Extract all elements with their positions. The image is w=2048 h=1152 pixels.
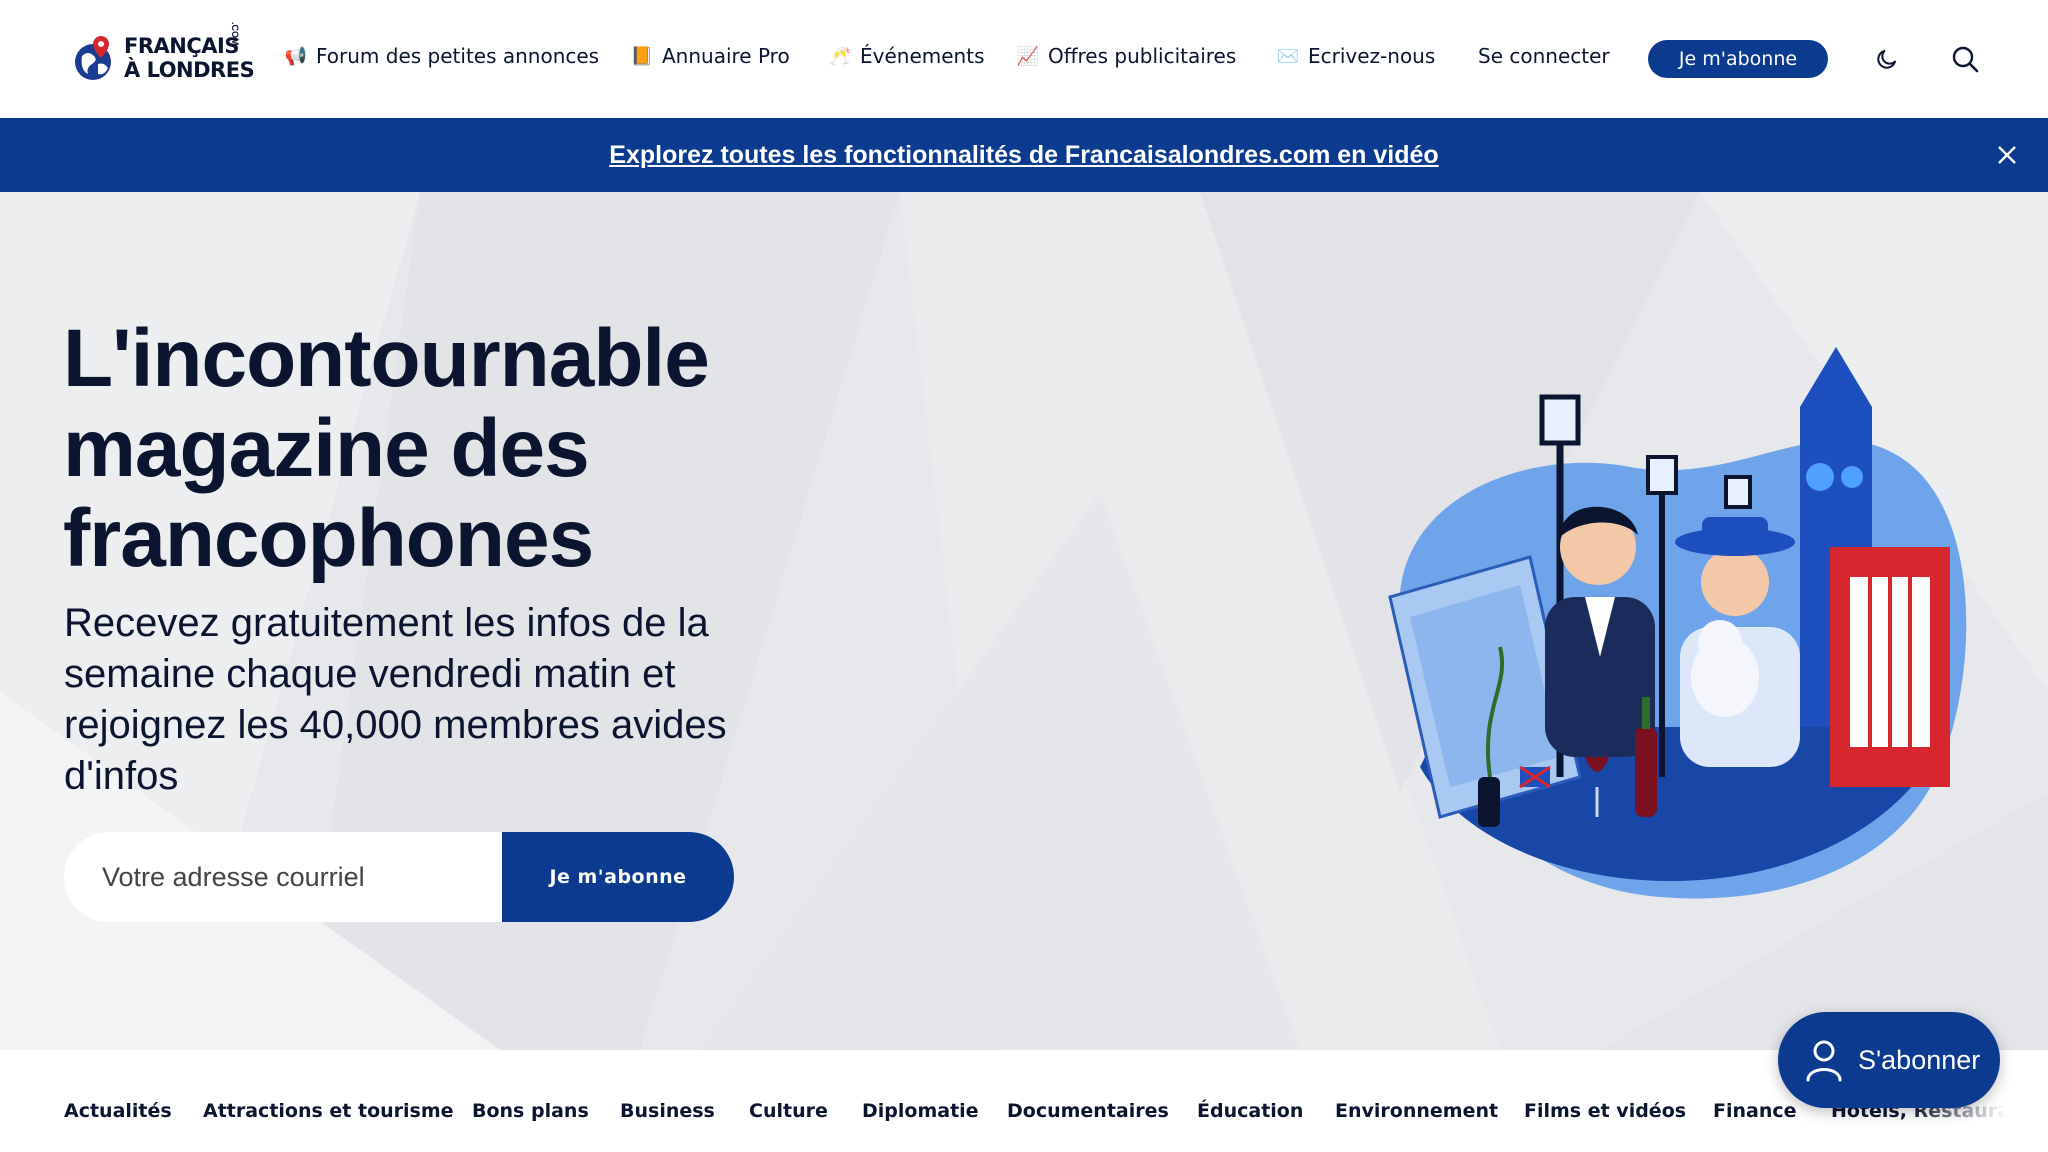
subscribe-button-hero[interactable]: Je m'abonne	[502, 832, 734, 922]
category-item[interactable]: Actualités	[64, 1100, 172, 1122]
category-item[interactable]: Films et vidéos	[1524, 1100, 1686, 1122]
category-item[interactable]: Environnement	[1335, 1100, 1498, 1122]
login-link[interactable]: Se connecter	[1478, 44, 1610, 68]
nav-forum[interactable]: 📢 Forum des petites annonces	[284, 44, 599, 68]
moon-icon[interactable]	[1872, 44, 1902, 74]
book-icon: 📙	[630, 45, 654, 67]
logo-com: .COM	[230, 22, 240, 46]
nav-ecrivez-label: Ecrivez-nous	[1308, 44, 1436, 68]
subscribe-button-header[interactable]: Je m'abonne	[1648, 40, 1828, 78]
category-item[interactable]: Éducation	[1197, 1100, 1303, 1122]
category-item[interactable]: Documentaires	[1007, 1100, 1169, 1122]
nav-evenements[interactable]: 🥂 Événements	[828, 44, 985, 68]
megaphone-icon: 📢	[284, 45, 308, 67]
london-couple-illustration	[1388, 347, 1967, 899]
site-logo[interactable]: FRANÇAIS À LONDRES	[74, 28, 255, 88]
nav-annuaire[interactable]: 📙 Annuaire Pro	[630, 44, 790, 68]
champagne-icon: 🥂	[828, 45, 852, 67]
banner-video-link[interactable]: Explorez toutes les fonctionnalités de F…	[609, 141, 1438, 170]
hero-subtitle: Recevez gratuitement les infos de la sem…	[64, 601, 727, 798]
logo-line-2: À LONDRES	[124, 58, 255, 82]
floating-subscribe-label: S'abonner	[1858, 1044, 1981, 1075]
nav-annuaire-label: Annuaire Pro	[662, 44, 790, 68]
nav-offres-label: Offres publicitaires	[1048, 44, 1237, 68]
envelope-icon: ✉️	[1276, 45, 1300, 67]
announcement-banner: Explorez toutes les fonctionnalités de F…	[0, 118, 2048, 192]
nav-forum-label: Forum des petites annonces	[316, 44, 600, 68]
category-item[interactable]: Diplomatie	[862, 1100, 979, 1122]
site-header: FRANÇAIS À LONDRES .COM 📢 Forum des peti…	[0, 0, 2048, 118]
category-bar: Actualités Attractions et tourisme Bons …	[0, 1050, 2048, 1152]
hero-title: L'incontournable magazine des francophon…	[63, 313, 710, 584]
nav-ecrivez[interactable]: ✉️ Ecrivez-nous	[1276, 44, 1436, 68]
nav-offres[interactable]: 📈 Offres publicitaires	[1016, 44, 1237, 68]
close-icon[interactable]	[1992, 140, 2022, 170]
user-icon	[1806, 1040, 1842, 1082]
category-item[interactable]: Attractions et tourisme	[203, 1100, 454, 1122]
search-icon[interactable]	[1950, 44, 1980, 74]
nav-evenements-label: Événements	[860, 44, 985, 68]
category-item[interactable]: Bons plans	[472, 1100, 589, 1122]
logo-globe-icon	[74, 34, 116, 82]
category-item[interactable]: Culture	[749, 1100, 828, 1122]
hero-section: L'incontournable magazine des francophon…	[0, 192, 2048, 1050]
newsletter-form: Je m'abonne	[64, 832, 734, 922]
email-input[interactable]	[64, 832, 544, 922]
category-item[interactable]: Business	[620, 1100, 715, 1122]
category-item[interactable]: Finance	[1713, 1100, 1797, 1122]
chart-up-icon: 📈	[1016, 45, 1040, 67]
floating-subscribe-button[interactable]: S'abonner	[1778, 1012, 2000, 1108]
